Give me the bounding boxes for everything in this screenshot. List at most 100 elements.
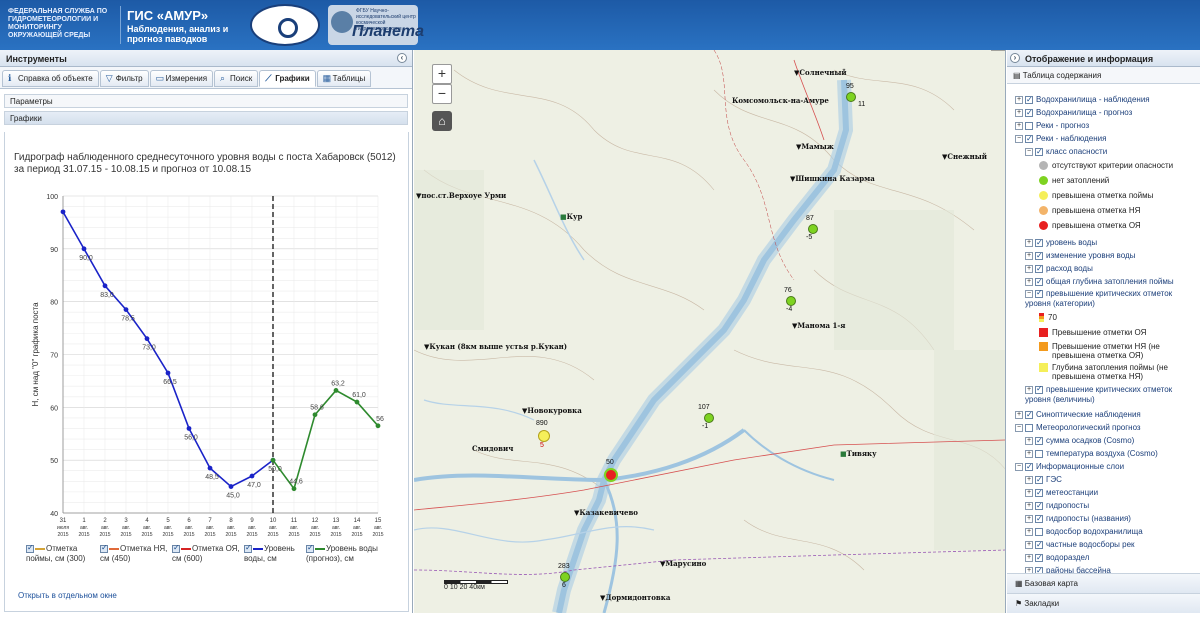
map-label-kur[interactable]: ■Кур	[560, 212, 582, 221]
bookmarks-button[interactable]: ⚑ Закладки	[1007, 593, 1200, 613]
map-label-snezhny[interactable]: ▼Снежный	[942, 152, 987, 161]
layer-checkbox[interactable]	[1035, 276, 1043, 288]
toc-item[interactable]: + Реки - прогноз	[1015, 120, 1089, 132]
expand-icon[interactable]: +	[1025, 501, 1033, 510]
map-view[interactable]: ▼Солнечный Комсомольск-на-Амуре ▼Мамыж ▼…	[414, 50, 1006, 613]
toc-item[interactable]: −превышение критических отметок уровня (…	[1025, 288, 1197, 311]
gauge-marker[interactable]	[846, 92, 856, 102]
gauge-marker[interactable]	[786, 296, 796, 306]
gauge-marker[interactable]	[704, 413, 714, 423]
toc-item[interactable]: +гидропосты	[1025, 500, 1089, 512]
expand-icon[interactable]: +	[1015, 410, 1023, 419]
map-label-kukan[interactable]: ▼Кукан (8км выше устья р.Кукан)	[424, 342, 567, 351]
toc-item[interactable]: +общая глубина затопления поймы	[1025, 276, 1174, 288]
gauge-marker-khabarovsk[interactable]	[604, 468, 618, 482]
collapse-right-panel-icon[interactable]: ›	[1010, 53, 1020, 63]
layer-checkbox[interactable]	[1035, 500, 1043, 512]
toc-item[interactable]: + температура воздуха (Cosmo)	[1025, 448, 1158, 460]
legend-checkbox[interactable]	[26, 543, 34, 553]
toc-item[interactable]: +ГЭС	[1025, 474, 1062, 486]
layer-checkbox[interactable]	[1025, 121, 1033, 130]
gauge-marker[interactable]	[538, 430, 550, 442]
map-label-verkhoue-urmi[interactable]: ▼пос.ст.Верхоуе Урми	[416, 191, 506, 200]
layer-checkbox[interactable]	[1035, 552, 1043, 564]
map-label-komsomolsk[interactable]: Комсомольск-на-Амуре	[732, 96, 829, 105]
toc-item[interactable]: +гидропосты (названия)	[1025, 513, 1131, 525]
toc-item[interactable]: +Водохранилища - прогноз	[1015, 107, 1132, 119]
collapse-icon[interactable]: −	[1015, 423, 1023, 432]
expand-icon[interactable]: +	[1015, 108, 1023, 117]
toc-item[interactable]: +частные водосборы рек	[1025, 539, 1135, 551]
toc-item[interactable]: −Реки - наблюдения	[1015, 133, 1106, 145]
layer-checkbox[interactable]	[1035, 449, 1043, 458]
zoom-out-button[interactable]: −	[432, 84, 452, 104]
layer-checkbox[interactable]	[1035, 435, 1043, 447]
legend-checkbox[interactable]	[306, 543, 314, 553]
toc-item[interactable]: + водосбор водохранилища	[1025, 526, 1143, 538]
toc-item[interactable]: +сумма осадков (Cosmo)	[1025, 435, 1134, 447]
layer-checkbox[interactable]	[1025, 423, 1033, 432]
zoom-in-button[interactable]: +	[432, 64, 452, 84]
map-label-tivyaku[interactable]: ■Тивяку	[840, 449, 877, 458]
layer-checkbox[interactable]	[1035, 237, 1043, 249]
map-label-marusino[interactable]: ▼Марусино	[660, 559, 706, 568]
layer-checkbox[interactable]	[1025, 409, 1033, 421]
layer-checkbox[interactable]	[1035, 146, 1043, 158]
legend-level-forecast[interactable]: Уровень воды (прогноз), см	[306, 543, 406, 564]
toc-item[interactable]: +уровень воды	[1025, 237, 1097, 249]
toc-item[interactable]: +расход воды	[1025, 263, 1093, 275]
map-label-dormidontovka[interactable]: ▼Дормидонтовка	[600, 593, 670, 602]
expand-icon[interactable]: +	[1025, 277, 1033, 286]
layer-checkbox[interactable]	[1035, 250, 1043, 262]
toc-item[interactable]: −Информационные слои	[1015, 461, 1124, 473]
map-label-solnechny[interactable]: ▼Солнечный	[794, 68, 847, 77]
expand-icon[interactable]: +	[1025, 475, 1033, 484]
collapse-icon[interactable]: −	[1025, 147, 1033, 156]
toc-item[interactable]: +изменение уровня воды	[1025, 250, 1135, 262]
expand-icon[interactable]: +	[1025, 251, 1033, 260]
layer-checkbox[interactable]	[1035, 513, 1043, 525]
map-label-kazakevichevo[interactable]: ▼Казакевичево	[574, 508, 638, 517]
layer-checkbox[interactable]	[1035, 384, 1043, 394]
toc-item[interactable]: +Водохранилища - наблюдения	[1015, 94, 1150, 106]
toc-item[interactable]: +метеостанции	[1025, 487, 1098, 499]
expand-icon[interactable]: +	[1025, 527, 1033, 536]
toc-item[interactable]: +превышение критических отметок уровня (…	[1025, 384, 1197, 407]
toc-item[interactable]: −класс опасности	[1025, 146, 1107, 158]
expand-icon[interactable]: +	[1015, 121, 1023, 130]
legend-checkbox[interactable]	[172, 543, 180, 553]
layer-checkbox[interactable]	[1035, 527, 1043, 536]
legend-nya[interactable]: Отметка НЯ, см (450)	[100, 543, 170, 564]
layer-checkbox[interactable]	[1025, 461, 1033, 473]
legend-checkbox[interactable]	[100, 543, 108, 553]
toc-item[interactable]: − Метеорологический прогноз	[1015, 422, 1141, 434]
legend-floodplain[interactable]: Отметка поймы, см (300)	[26, 543, 96, 564]
layer-checkbox[interactable]	[1025, 107, 1033, 119]
collapse-icon[interactable]: −	[1025, 289, 1033, 298]
collapse-icon[interactable]: −	[1015, 134, 1023, 143]
map-label-mamyzh[interactable]: ▼Мамыж	[796, 142, 834, 151]
layer-checkbox[interactable]	[1035, 263, 1043, 275]
expand-icon[interactable]: +	[1025, 436, 1033, 445]
expand-icon[interactable]: +	[1025, 553, 1033, 562]
legend-level[interactable]: Уровень воды, см	[244, 543, 306, 564]
expand-icon[interactable]: +	[1015, 95, 1023, 104]
gauge-marker[interactable]	[560, 572, 570, 582]
layer-checkbox[interactable]	[1035, 487, 1043, 499]
expand-icon[interactable]: +	[1025, 385, 1033, 394]
layer-checkbox[interactable]	[1035, 539, 1043, 551]
layer-checkbox[interactable]	[1035, 288, 1043, 298]
layer-checkbox[interactable]	[1025, 94, 1033, 106]
map-label-novokurovka[interactable]: ▼Новокуровка	[522, 406, 582, 415]
legend-oya[interactable]: Отметка ОЯ, см (600)	[172, 543, 242, 564]
expand-icon[interactable]: +	[1025, 514, 1033, 523]
collapse-icon[interactable]: −	[1015, 462, 1023, 471]
basemap-button[interactable]: ▦ Базовая карта	[1007, 573, 1200, 593]
layer-checkbox[interactable]	[1025, 133, 1033, 145]
gauge-marker[interactable]	[808, 224, 818, 234]
toc-item[interactable]: +Синоптические наблюдения	[1015, 409, 1141, 421]
home-button[interactable]: ⌂	[432, 111, 452, 131]
open-in-window-link[interactable]: Открыть в отдельном окне	[18, 591, 117, 600]
legend-checkbox[interactable]	[244, 543, 252, 553]
expand-icon[interactable]: +	[1025, 449, 1033, 458]
